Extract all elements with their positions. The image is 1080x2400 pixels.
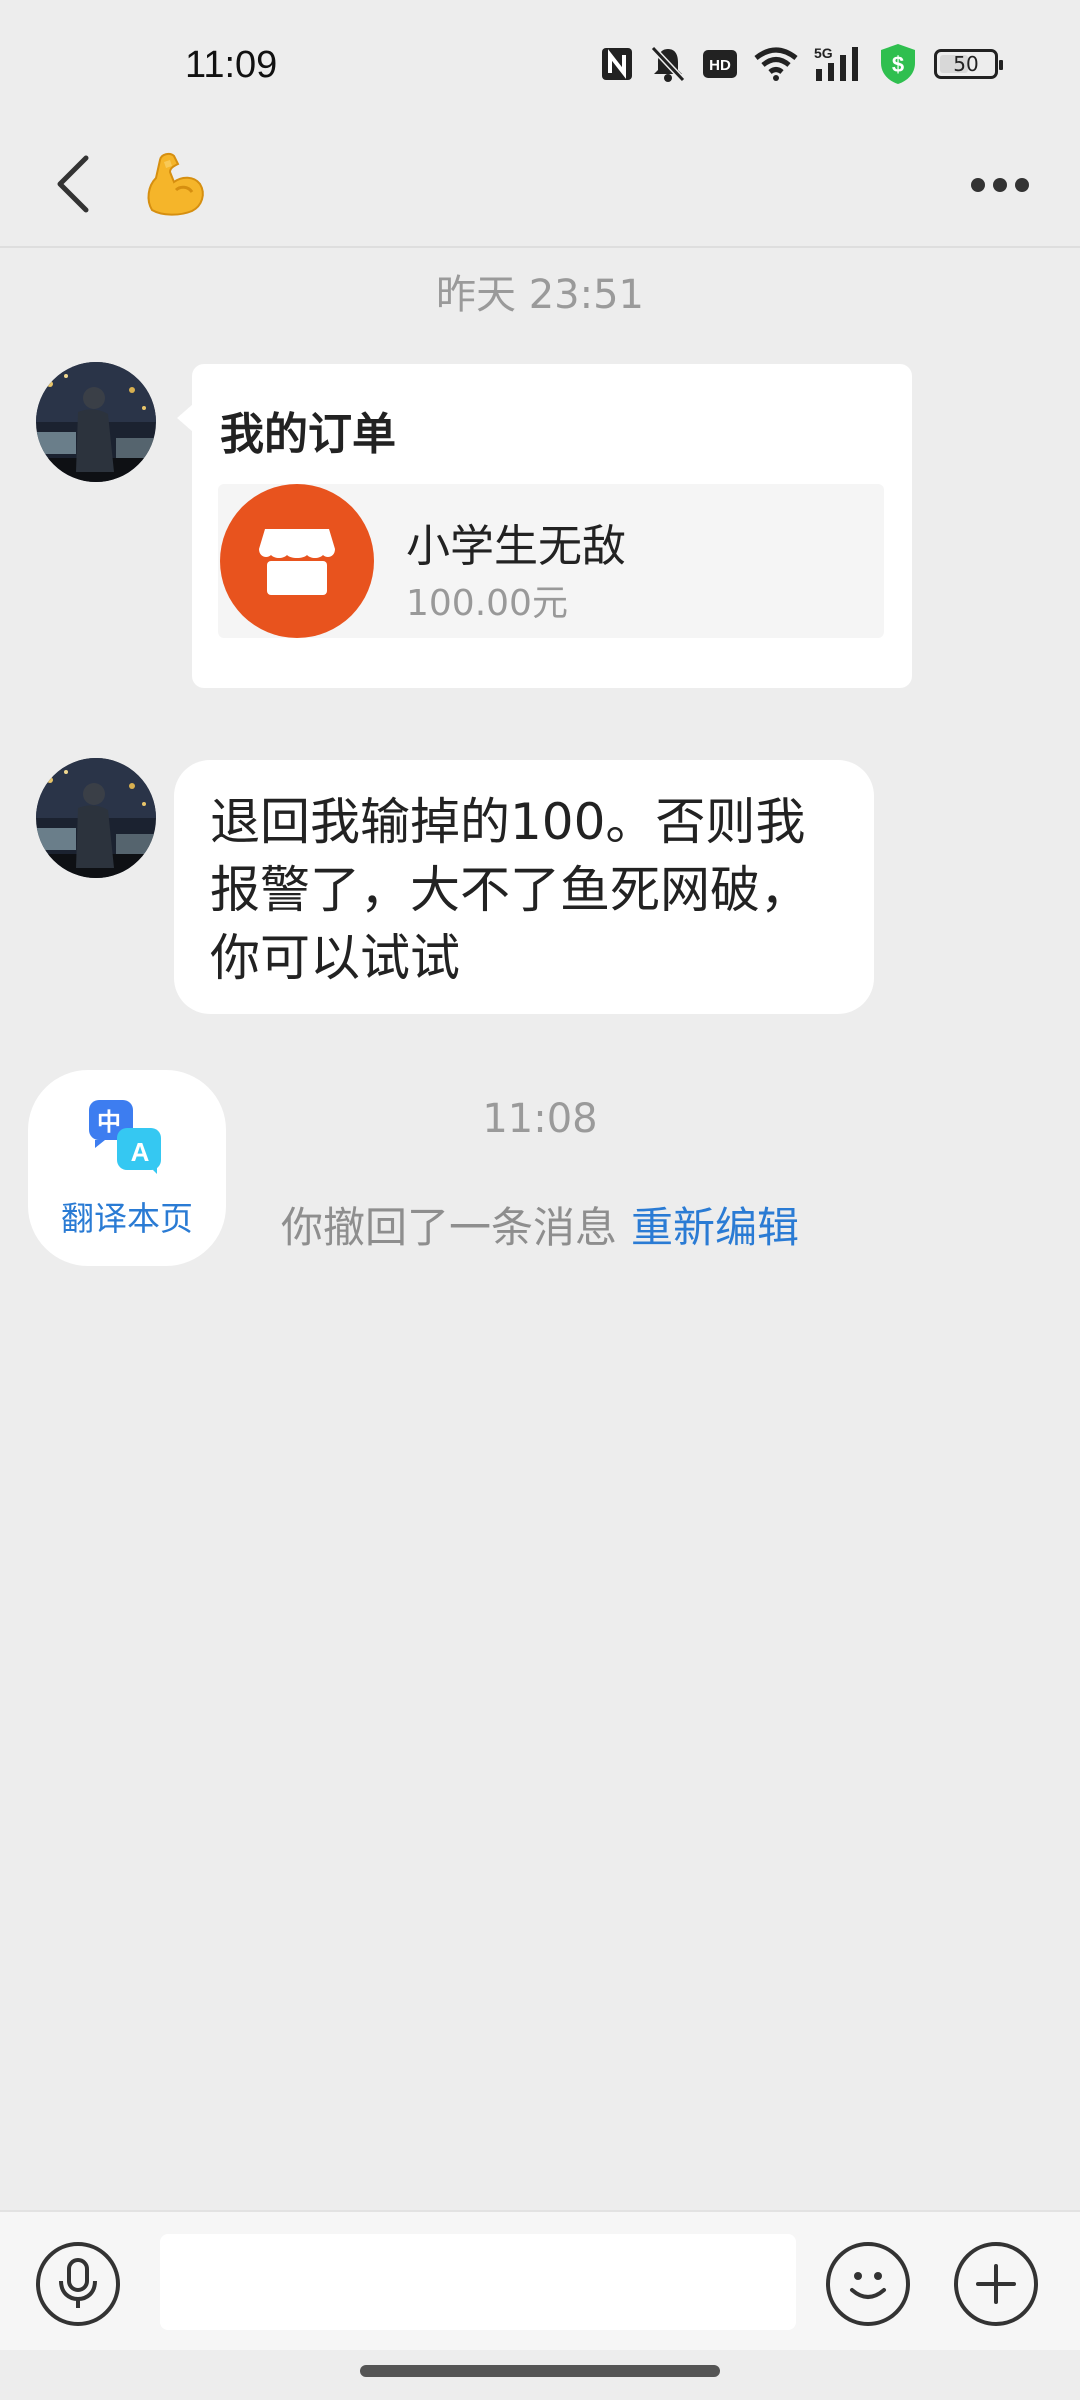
svg-text:$: $ <box>892 52 904 77</box>
message-line: 退回我输掉的100。否则我 <box>210 793 806 851</box>
battery-level: 50 <box>953 52 979 76</box>
back-button[interactable] <box>48 146 96 222</box>
more-dots-icon <box>971 178 985 192</box>
flexed-biceps-icon <box>147 152 204 216</box>
message-line: 你可以试试 <box>210 929 460 987</box>
svg-text:A: A <box>131 1137 150 1167</box>
contact-name-emoji <box>140 148 210 218</box>
translate-icon: 中 A <box>87 1098 165 1176</box>
chat-screen: 11:09 HD 5G $ 50 昨天 23:51 我的订单 小学生无敌 100… <box>0 0 1080 2400</box>
message-line: 报警了，大不了鱼死网破， <box>210 861 810 919</box>
microphone-icon <box>59 2258 97 2308</box>
plus-icon <box>976 2264 1016 2304</box>
contact-avatar[interactable] <box>36 362 156 482</box>
status-bar: 11:09 HD 5G $ 50 <box>0 0 1080 120</box>
order-item[interactable]: 小学生无敌 100.00元 <box>218 484 884 638</box>
order-card-title: 我的订单 <box>220 409 396 460</box>
chat-header <box>0 120 1080 248</box>
voice-input-button[interactable] <box>36 2242 120 2326</box>
nfc-icon <box>600 46 634 82</box>
emoji-button[interactable] <box>826 2242 910 2326</box>
message-input[interactable] <box>160 2234 796 2330</box>
more-functions-button[interactable] <box>954 2242 1038 2326</box>
hd-icon: HD <box>702 49 738 79</box>
more-options-button[interactable] <box>960 160 1040 210</box>
message-timestamp: 昨天 23:51 <box>436 272 644 318</box>
mute-bell-icon <box>650 45 686 83</box>
battery-icon: 50 <box>934 49 1003 79</box>
input-bar <box>0 2210 1080 2350</box>
svg-text:HD: HD <box>709 57 731 74</box>
5g-signal-icon: 5G <box>814 45 862 83</box>
order-card[interactable]: 我的订单 小学生无敌 100.00元 <box>192 364 912 688</box>
contact-avatar[interactable] <box>36 758 156 878</box>
wifi-icon <box>754 46 798 82</box>
translate-page-button[interactable]: 中 A 翻译本页 <box>28 1070 226 1266</box>
home-indicator[interactable] <box>360 2365 720 2377</box>
back-arrow-icon <box>57 155 89 213</box>
shop-icon <box>220 484 374 638</box>
svg-text:5G: 5G <box>814 45 833 61</box>
status-icons: HD 5G $ 50 <box>600 42 1003 86</box>
message-bubble[interactable]: 退回我输掉的100。否则我 报警了，大不了鱼死网破， 你可以试试 <box>174 760 874 1014</box>
recall-text: 你撤回了一条消息 <box>280 1203 617 1252</box>
status-time: 11:09 <box>185 44 278 86</box>
translate-page-label: 翻译本页 <box>61 1199 193 1238</box>
svg-text:中: 中 <box>97 1108 121 1136</box>
bubble-tail <box>177 404 193 432</box>
order-item-name: 小学生无敌 <box>406 521 626 572</box>
shield-dollar-icon: $ <box>878 42 918 86</box>
re-edit-link[interactable]: 重新编辑 <box>631 1203 799 1252</box>
order-item-price: 100.00元 <box>406 583 568 624</box>
emoji-face-icon <box>850 2272 886 2299</box>
